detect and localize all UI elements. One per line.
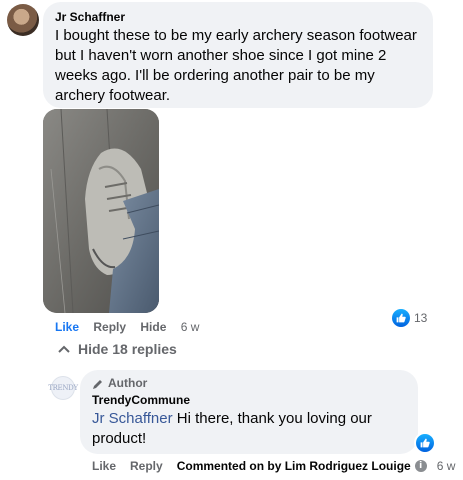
pencil-icon [93,379,102,389]
author-badge-label: Author [108,376,148,390]
reply-bubble: Author TrendyCommune Jr Schaffner Hi the… [80,370,418,454]
author-badge: Author [92,376,406,391]
commenter-avatar[interactable] [7,4,39,36]
reply-author[interactable]: TrendyCommune [92,392,406,408]
hide-replies-label: Hide 18 replies [78,341,177,357]
info-icon[interactable]: i [414,460,427,472]
hide-link[interactable]: Hide [140,320,166,334]
reply-link[interactable]: Reply [93,320,126,334]
chevron-up-icon [58,345,70,353]
reply-avatar[interactable]: TRENDY [48,376,78,400]
comment-text: I bought these to be my early archery se… [55,27,417,104]
commented-name[interactable]: Lim Rodriguez Louige [285,459,411,473]
reply-like-link[interactable]: Like [92,458,116,474]
comment-photo[interactable] [43,109,159,313]
reply-like-icon[interactable] [414,432,436,454]
comment-actions: Like Reply Hide 6 w [55,319,210,335]
commented-on-by: Commented on by Lim Rodriguez Louige [177,458,411,474]
comment-bubble: Jr Schaffner I bought these to be my ear… [43,2,433,108]
mention-link[interactable]: Jr Schaffner [92,410,173,427]
like-link[interactable]: Like [55,320,79,334]
comment-author[interactable]: Jr Schaffner [55,9,421,25]
commented-prefix: Commented on by [176,459,285,473]
reaction-summary[interactable]: 13 [392,309,427,327]
reply-actions: Like Reply Commented on by Lim Rodriguez… [92,458,455,474]
reply-timestamp[interactable]: 6 w [437,458,456,474]
reply-text: Jr Schaffner Hi there, thank you loving … [92,409,406,449]
comment-timestamp[interactable]: 6 w [181,320,200,334]
reaction-count: 13 [414,311,428,325]
like-icon [392,309,410,327]
reply-reply-link[interactable]: Reply [130,458,163,474]
hide-replies-button[interactable]: Hide 18 replies [58,341,177,357]
